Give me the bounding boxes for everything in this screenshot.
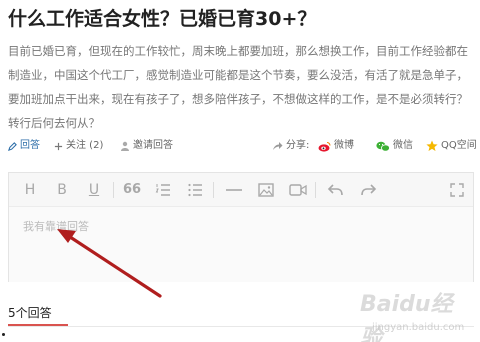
- toolbar-divider: [315, 182, 316, 198]
- undo-button[interactable]: [327, 182, 345, 198]
- bold-button[interactable]: B: [55, 182, 69, 198]
- ordered-list-icon: [155, 184, 171, 202]
- question-description: 目前已婚已育，但现在的工作较忙，周末晚上都要加班，那么想换工作，目前工作经验都在…: [8, 44, 468, 130]
- list-bullet: [2, 333, 5, 336]
- unordered-list-icon: [187, 183, 203, 202]
- share-icon: [272, 141, 283, 151]
- share-qzone-button[interactable]: QQ空间: [426, 138, 477, 154]
- image-button[interactable]: [257, 182, 275, 198]
- answer-editor: H B U 66 我有靠谱回答: [8, 172, 474, 282]
- fullscreen-button[interactable]: [449, 182, 465, 198]
- ordered-list-button[interactable]: [155, 182, 171, 198]
- answer-count[interactable]: 5个回答: [8, 304, 52, 321]
- toolbar-divider: [113, 182, 114, 198]
- follow-button[interactable]: 关注 (2): [54, 138, 103, 154]
- invite-label: 邀请回答: [133, 140, 173, 151]
- editor-toolbar: H B U 66: [9, 173, 473, 207]
- star-icon: [426, 140, 438, 152]
- wechat-icon: [376, 141, 390, 152]
- video-icon: [289, 184, 307, 202]
- heading-button[interactable]: H: [23, 182, 37, 198]
- plus-icon: [54, 142, 63, 151]
- question-title: 什么工作适合女性？已婚已育30+？: [8, 8, 317, 30]
- answer-label: 回答: [20, 140, 40, 151]
- wechat-label: 微信: [393, 140, 413, 151]
- toolbar-divider: [213, 182, 214, 198]
- horizontal-rule-icon: [225, 186, 243, 202]
- fullscreen-icon: [449, 183, 465, 202]
- underline-button[interactable]: U: [87, 182, 101, 198]
- weibo-label: 微博: [334, 140, 354, 151]
- watermark-logo: Baidu经验: [360, 292, 453, 342]
- invite-button[interactable]: 邀请回答: [120, 138, 173, 154]
- qq-label: QQ空间: [441, 140, 477, 151]
- pencil-icon: [8, 141, 17, 151]
- unordered-list-button[interactable]: [187, 182, 203, 198]
- share-text: 分享:: [286, 140, 310, 151]
- redo-button[interactable]: [359, 182, 377, 198]
- question-actions: 回答 关注 (2) 邀请回答 分享: 微博 微信 QQ空间: [8, 138, 477, 154]
- watermark-url: jingyan.baidu.com: [372, 322, 465, 333]
- undo-icon: [327, 184, 345, 202]
- share-weibo-button[interactable]: 微博: [318, 138, 354, 154]
- horizontal-rule-button[interactable]: [225, 182, 243, 198]
- quote-button[interactable]: 66: [123, 182, 141, 198]
- user-icon: [120, 141, 130, 151]
- answer-button[interactable]: 回答: [8, 138, 40, 154]
- image-icon: [257, 183, 275, 202]
- answer-textarea[interactable]: 我有靠谱回答: [9, 207, 473, 282]
- weibo-icon: [318, 141, 331, 152]
- share-label: 分享:: [272, 138, 309, 154]
- follow-label: 关注 (2): [66, 140, 104, 151]
- share-wechat-button[interactable]: 微信: [376, 138, 413, 154]
- redo-icon: [359, 184, 377, 202]
- video-button[interactable]: [289, 182, 307, 198]
- editor-placeholder: 我有靠谱回答: [23, 220, 89, 233]
